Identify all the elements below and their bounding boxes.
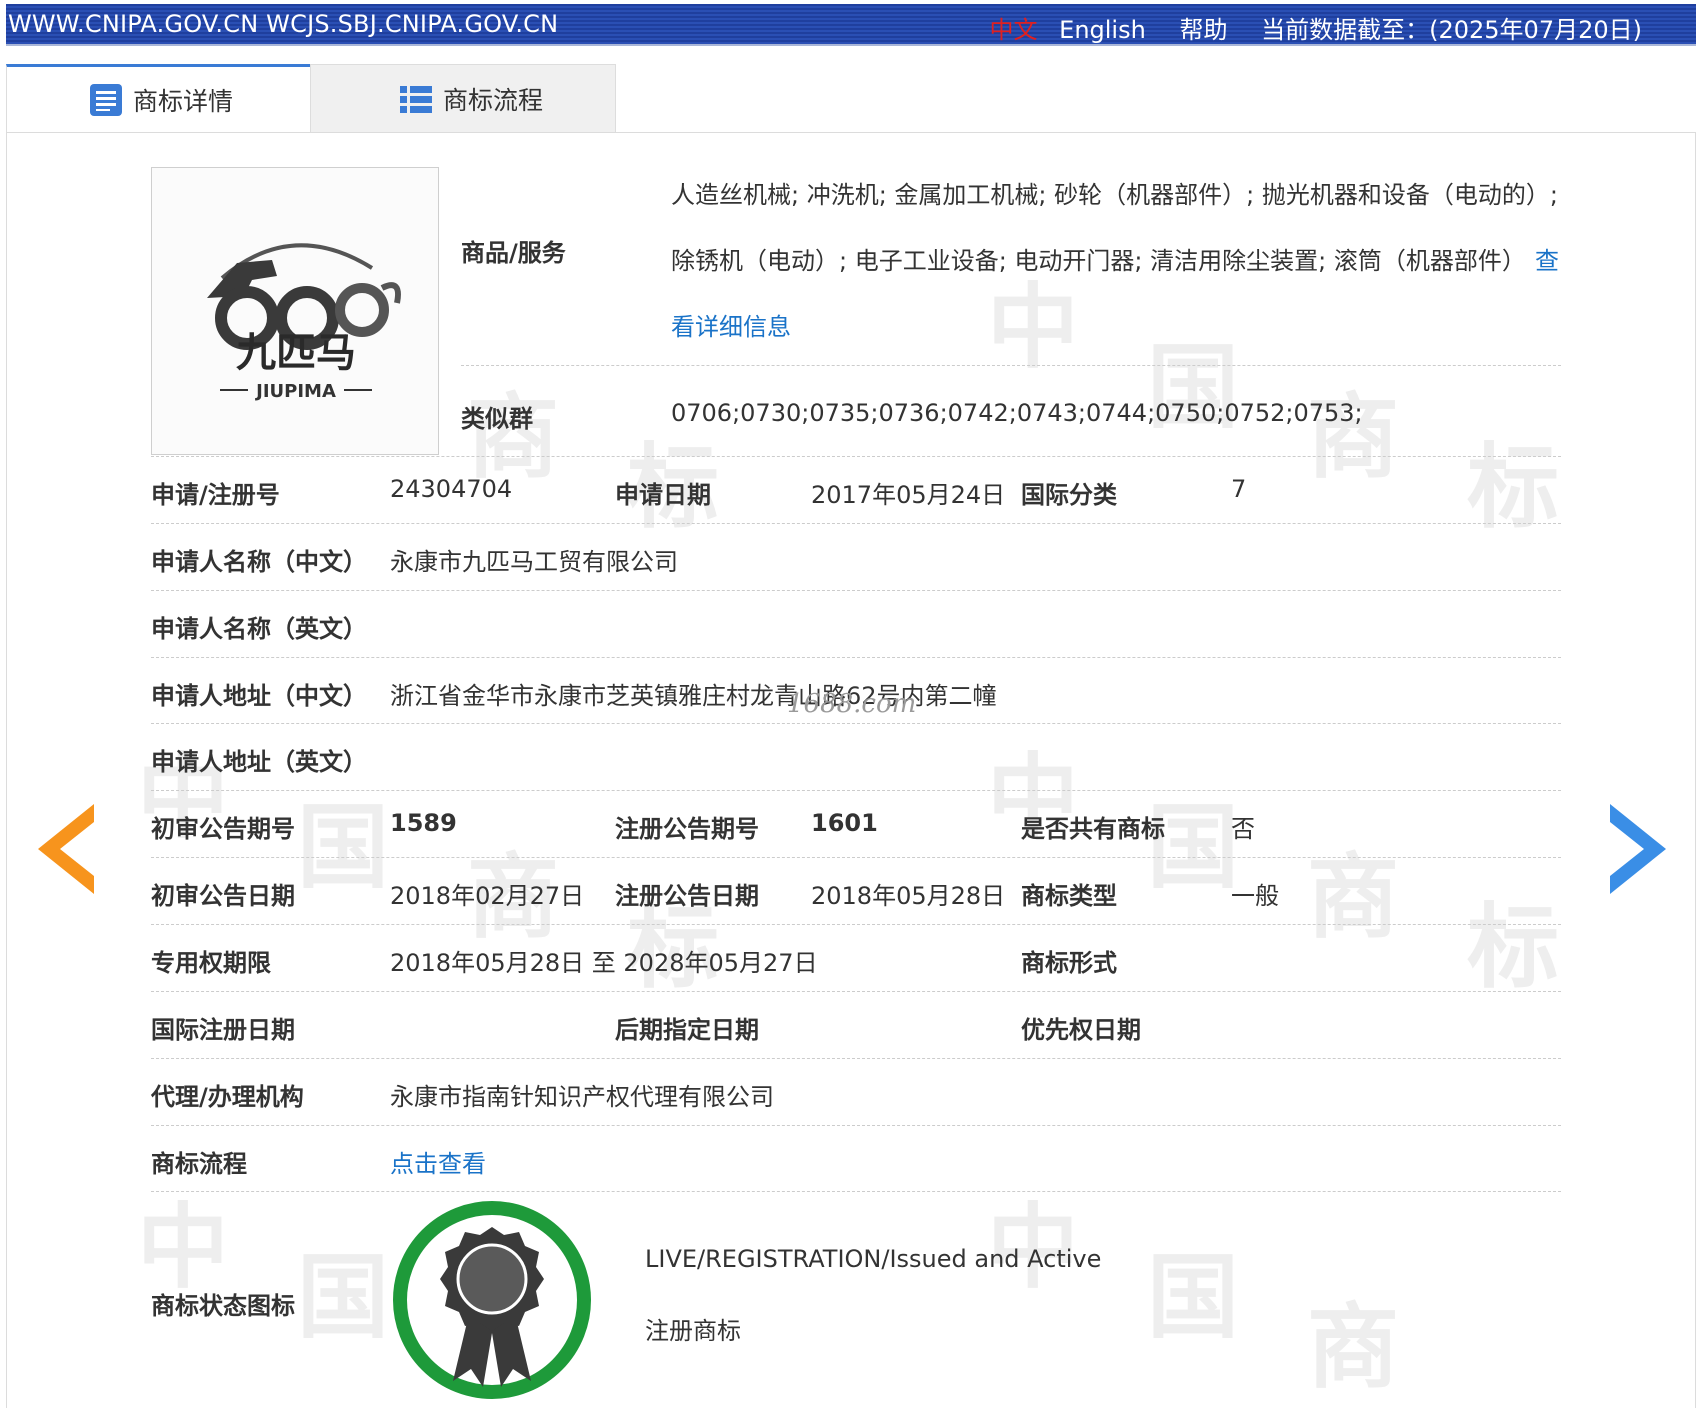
top-bar: WWW.CNIPA.GOV.CN WCJS.SBJ.CNIPA.GOV.CN 中… bbox=[6, 4, 1696, 46]
lang-english-link[interactable]: English bbox=[1059, 16, 1146, 44]
watermark: 标 bbox=[1467, 894, 1560, 1001]
data-cutoff-text: 当前数据截至：(2025年07月20日) bbox=[1261, 16, 1642, 44]
view-details-link-b[interactable]: 看详细信息 bbox=[671, 307, 791, 342]
later-designation-label: 后期指定日期 bbox=[615, 1016, 759, 1044]
applicant-cn-label: 申请人名称（中文） bbox=[151, 548, 367, 576]
previous-arrow-icon[interactable] bbox=[38, 804, 98, 894]
trademark-form-label: 商标形式 bbox=[1021, 949, 1117, 977]
exclusive-term-label: 专用权期限 bbox=[151, 949, 271, 977]
divider bbox=[151, 1125, 1561, 1126]
divider bbox=[151, 991, 1561, 992]
reg-no-value: 24304704 bbox=[390, 475, 513, 503]
watermark: 中 bbox=[987, 1194, 1080, 1301]
watermark: 商 bbox=[1307, 1294, 1400, 1401]
view-details-link-a[interactable]: 查 bbox=[1535, 241, 1559, 276]
divider bbox=[151, 1191, 1561, 1192]
intl-class-value: 7 bbox=[1231, 475, 1247, 503]
address-en-label: 申请人地址（英文） bbox=[151, 748, 367, 776]
tab-trademark-flow[interactable]: 商标流程 bbox=[310, 64, 616, 132]
trademark-type-label: 商标类型 bbox=[1021, 882, 1117, 910]
divider bbox=[151, 1058, 1561, 1059]
address-watermark: 1688.com bbox=[787, 689, 917, 719]
logo-brand-en: JIUPIMA bbox=[254, 381, 336, 402]
goods-services-line1: 人造丝机械; 冲洗机; 金属加工机械; 砂轮（机器部件）; 抛光机器和设备（电动… bbox=[671, 181, 1558, 209]
prelim-no-value: 1589 bbox=[390, 809, 457, 837]
divider bbox=[151, 790, 1561, 791]
view-flow-link[interactable]: 点击查看 bbox=[390, 1144, 486, 1179]
tab-trademark-detail[interactable]: 商标详情 bbox=[6, 64, 310, 132]
reg-pub-no-label: 注册公告期号 bbox=[615, 815, 759, 843]
watermark: 商 bbox=[1307, 844, 1400, 951]
trademark-flow-label: 商标流程 bbox=[151, 1150, 247, 1178]
divider bbox=[151, 924, 1561, 925]
watermark: 商 bbox=[1307, 384, 1400, 491]
lang-chinese-link[interactable]: 中文 bbox=[990, 16, 1038, 44]
similar-group-value: 0706;0730;0735;0736;0742;0743;0744;0750;… bbox=[671, 399, 1363, 427]
watermark: 国 bbox=[1147, 1244, 1240, 1351]
agent-label: 代理/办理机构 bbox=[151, 1083, 304, 1111]
help-link[interactable]: 帮助 bbox=[1179, 16, 1227, 44]
divider bbox=[151, 523, 1561, 524]
divider bbox=[151, 456, 1561, 457]
reg-no-label: 申请/注册号 bbox=[151, 481, 280, 509]
logo-brand-cn: 九匹马 bbox=[236, 330, 356, 376]
divider bbox=[151, 723, 1561, 724]
prelim-date-value: 2018年02月27日 bbox=[390, 882, 585, 910]
prelim-date-label: 初审公告日期 bbox=[151, 882, 295, 910]
divider bbox=[151, 590, 1561, 591]
agent-value: 永康市指南针知识产权代理有限公司 bbox=[390, 1083, 774, 1111]
status-icon-label: 商标状态图标 bbox=[151, 1292, 295, 1320]
next-arrow-icon[interactable] bbox=[1606, 804, 1666, 894]
address-cn-label: 申请人地址（中文） bbox=[151, 682, 367, 710]
detail-panel: 商 标 中 国 商 标 中 国 商 标 中 国 商 标 中 国 中 国 商 九匹… bbox=[6, 132, 1696, 1408]
reg-pub-no-value: 1601 bbox=[811, 809, 878, 837]
document-list-icon bbox=[90, 83, 122, 116]
applicant-cn-value: 永康市九匹马工贸有限公司 bbox=[390, 548, 678, 576]
shared-label: 是否共有商标 bbox=[1021, 815, 1165, 843]
divider bbox=[461, 365, 1561, 366]
app-date-label: 申请日期 bbox=[615, 481, 711, 509]
tab-trademark-flow-label: 商标流程 bbox=[443, 85, 544, 115]
trademark-logo-art: 九匹马 JIUPIMA bbox=[207, 243, 401, 402]
goods-services-line2: 除锈机（电动）; 电子工业设备; 电动开门器; 清洁用除尘装置; 滚筒（机器部件… bbox=[671, 247, 1526, 275]
status-text-en: LIVE/REGISTRATION/Issued and Active bbox=[645, 1245, 1102, 1273]
list-icon bbox=[400, 85, 432, 113]
applicant-en-label: 申请人名称（英文） bbox=[151, 615, 367, 643]
divider bbox=[151, 857, 1561, 858]
divider bbox=[151, 657, 1561, 658]
intl-reg-date-label: 国际注册日期 bbox=[151, 1016, 295, 1044]
intl-class-label: 国际分类 bbox=[1021, 481, 1117, 509]
similar-group-label: 类似群 bbox=[461, 405, 533, 433]
goods-services-label: 商品/服务 bbox=[461, 239, 566, 267]
app-date-value: 2017年05月24日 bbox=[811, 481, 1006, 509]
top-bar-right: 中文 English 帮助 当前数据截至：(2025年07月20日) bbox=[990, 10, 1642, 45]
trademark-image[interactable]: 九匹马 JIUPIMA bbox=[151, 167, 439, 455]
prelim-no-label: 初审公告期号 bbox=[151, 815, 295, 843]
reg-pub-date-label: 注册公告日期 bbox=[615, 882, 759, 910]
reg-pub-date-value: 2018年05月28日 bbox=[811, 882, 1006, 910]
watermark: 标 bbox=[1467, 434, 1560, 541]
watermark: 国 bbox=[297, 1244, 390, 1351]
trademark-type-value: 一般 bbox=[1231, 882, 1279, 910]
exclusive-term-value: 2018年05月28日 至 2028年05月27日 bbox=[390, 949, 818, 977]
priority-date-label: 优先权日期 bbox=[1021, 1016, 1141, 1044]
shared-value: 否 bbox=[1231, 815, 1255, 843]
site-links[interactable]: WWW.CNIPA.GOV.CN WCJS.SBJ.CNIPA.GOV.CN bbox=[8, 10, 558, 38]
registered-status-badge-icon bbox=[393, 1201, 591, 1399]
tab-trademark-detail-label: 商标详情 bbox=[133, 86, 234, 116]
status-text-cn: 注册商标 bbox=[645, 1317, 741, 1345]
watermark: 国 bbox=[297, 794, 390, 901]
